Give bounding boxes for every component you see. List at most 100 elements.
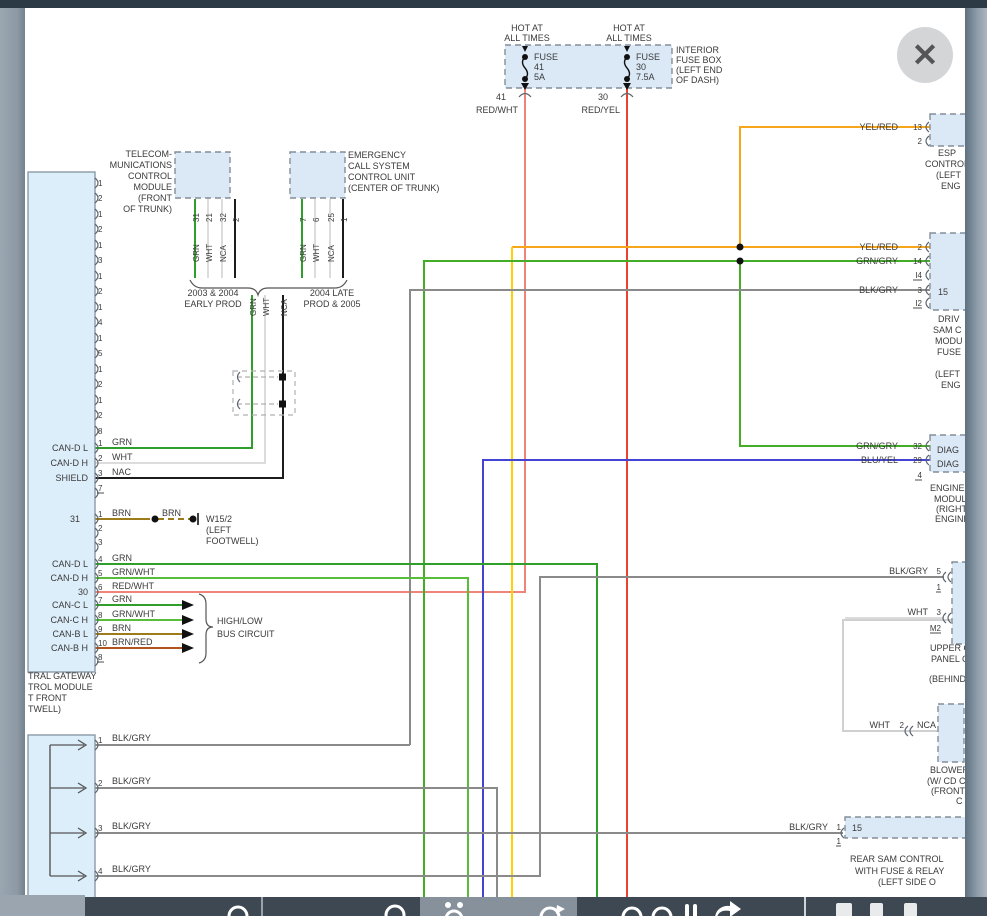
- pin-number: 1: [98, 241, 103, 250]
- wire-grn-gry-main: [424, 261, 930, 897]
- pin-number: 2: [918, 243, 923, 252]
- thumbnail-icon[interactable]: [904, 903, 917, 916]
- module-name: SAM C: [933, 325, 962, 335]
- fuse-number: 30: [636, 62, 646, 72]
- pin-number: 3: [918, 286, 923, 295]
- pin-number: 1: [98, 365, 103, 374]
- module-name: DRIV: [938, 314, 960, 324]
- pin-number: 1: [98, 439, 103, 448]
- pin-number: 2: [98, 287, 103, 296]
- module-name: CONTROL: [925, 159, 969, 169]
- pin-number: 2: [98, 225, 103, 234]
- wire-label: GRN/WHT: [112, 609, 155, 619]
- ground-label: W15/2: [206, 514, 232, 524]
- module-name: TRAL GATEWAY: [28, 671, 97, 681]
- fusebox-title: OF DASH): [676, 75, 719, 85]
- module-name: (LEFT SIDE O: [878, 877, 936, 887]
- pin-ext: 31: [70, 514, 80, 524]
- ground-label: FOOTWELL): [206, 536, 259, 546]
- fusebox-title: FUSE BOX: [676, 55, 722, 65]
- wire-label: NCA: [219, 244, 228, 262]
- pin-number: 7: [299, 217, 308, 222]
- module-name: REAR SAM CONTROL: [850, 854, 944, 864]
- can-label: CAN-D H: [51, 458, 89, 468]
- wire-label: GRN: [192, 244, 201, 262]
- pin-number: 5: [98, 349, 103, 358]
- pin-number: 7: [98, 596, 103, 605]
- wire-label: WHT: [262, 298, 271, 316]
- pin-number: 1: [98, 272, 103, 281]
- module-name: C: [956, 796, 963, 806]
- scrollbar-strip[interactable]: [965, 8, 987, 916]
- pin-number: 3: [98, 824, 103, 833]
- engine-control-module: GRN/GRY 32 DIAG BLU/YEL 29 DIAG 4 ENGINE…: [856, 435, 974, 524]
- module-name: MODU: [935, 336, 963, 346]
- pin-number: 5: [98, 569, 103, 578]
- thumbnail-icon[interactable]: [836, 903, 852, 916]
- pin-number: 1: [98, 736, 103, 745]
- pin-number: 9: [98, 625, 103, 634]
- connector-square: [279, 401, 286, 408]
- junction-dots: [47, 244, 744, 880]
- wire-label: YEL/RED: [859, 122, 898, 132]
- wire-blk-gry-sam: [410, 290, 930, 745]
- wire-label: BLK/GRY: [112, 821, 151, 831]
- hot-label: ALL TIMES: [606, 33, 652, 43]
- pin-number: 6: [312, 217, 321, 222]
- module-name: MUNICATIONS: [110, 160, 172, 170]
- fuse-number: 41: [534, 62, 544, 72]
- thumbnail-icon[interactable]: [870, 903, 883, 916]
- bus-circuit-label: HIGH/LOW: [217, 616, 263, 626]
- wire-label: GRN: [249, 298, 258, 316]
- wire-label: BRN/RED: [112, 637, 153, 647]
- wire-label: BLK/GRY: [889, 566, 928, 576]
- close-button[interactable]: ✕: [897, 27, 953, 83]
- left-frame-strip: [0, 8, 25, 916]
- can-label: CAN-C H: [51, 615, 89, 625]
- module-name: ESP: [938, 148, 956, 158]
- pin-number: 2: [98, 380, 103, 389]
- bus-circuit-label: BUS CIRCUIT: [217, 629, 275, 639]
- pin-number: M2: [930, 624, 942, 633]
- fusebox-title: (LEFT END: [676, 65, 723, 75]
- wire-label: WHT: [205, 244, 214, 262]
- pin-number: 2: [98, 779, 103, 788]
- fuse-out-pin: 41: [496, 92, 506, 102]
- wire-label: GRN: [112, 594, 132, 604]
- bottom-toolbar: [85, 897, 987, 916]
- pin-number: 2: [900, 721, 905, 730]
- wire-label: BRN: [112, 623, 131, 633]
- wire-label: WHT: [908, 607, 929, 617]
- pin-number: 3: [937, 608, 942, 617]
- fuse-box-section: HOT AT ALL TIMES HOT AT ALL TIMES FUSE 4…: [476, 23, 723, 115]
- wire-label: RED/YEL: [581, 105, 620, 115]
- pin-number: 2: [98, 454, 103, 463]
- prod-label: PROD & 2005: [303, 299, 360, 309]
- wire-grn-pin1: [95, 295, 252, 448]
- pin-number: 4: [98, 318, 103, 327]
- module-name: WITH FUSE & RELAY: [855, 866, 944, 876]
- pin-number: 2: [98, 194, 103, 203]
- pin-number: 31: [192, 213, 201, 222]
- wire-label: RED/WHT: [476, 105, 518, 115]
- pin-number: 8: [98, 427, 103, 436]
- blower-module: WHT 2 NCA BLOWER (W/ CD C (FRONT C: [870, 704, 970, 806]
- hot-label: ALL TIMES: [504, 33, 550, 43]
- wire-label: GRN/WHT: [112, 567, 155, 577]
- connector-arc: [519, 94, 633, 98]
- window-top-bar: [0, 0, 987, 8]
- diag-label: DIAG: [937, 445, 959, 455]
- production-brace: 2003 & 2004 EARLY PROD 2004 LATE PROD & …: [184, 280, 360, 316]
- prod-label: 2004 LATE: [310, 288, 354, 298]
- pin-number: I2: [915, 299, 922, 308]
- module-name: ENG: [941, 380, 961, 390]
- module-name: EMERGENCY: [348, 150, 406, 160]
- pin-number: 3: [98, 469, 103, 478]
- wire-label: BRN: [112, 508, 131, 518]
- wire-label: BLK/GRY: [859, 285, 898, 295]
- emergency-module: EMERGENCY CALL SYSTEM CONTROL UNIT (CENT…: [290, 150, 439, 262]
- fuse-label: FUSE: [636, 52, 660, 62]
- wire-label: RED/WHT: [112, 581, 154, 591]
- wire-label: NCA: [327, 244, 336, 262]
- module-name: (FRONT: [931, 786, 965, 796]
